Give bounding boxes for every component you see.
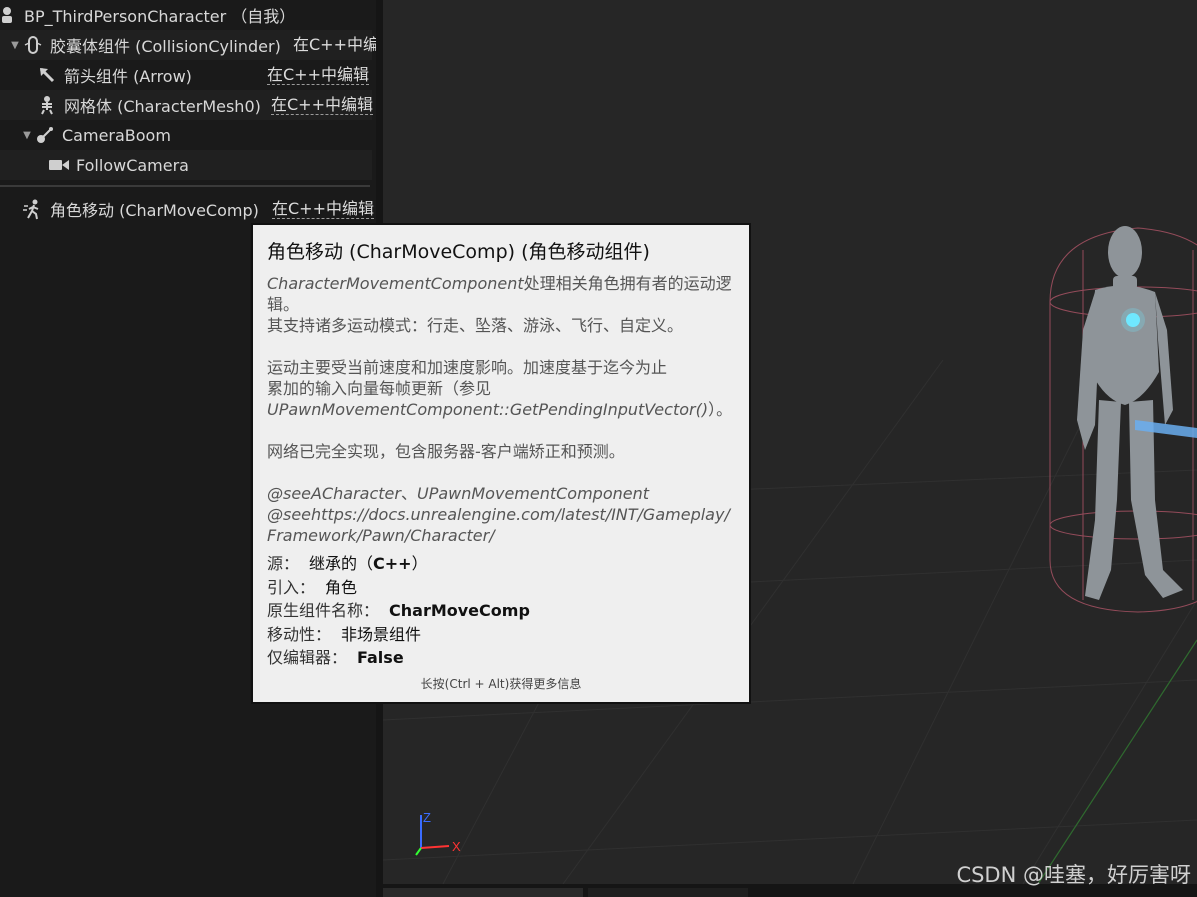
component-tooltip: 角色移动 (CharMoveComp) (角色移动组件) CharacterMo… — [251, 223, 751, 704]
edit-in-cpp-link[interactable]: 在C++中编辑 — [272, 199, 374, 219]
divider — [0, 185, 370, 187]
axis-gizmo: Z X — [415, 810, 461, 856]
tree-item-followcamera[interactable]: FollowCamera — [0, 150, 372, 180]
tree-item-charmovecomp[interactable]: 角色移动 (CharMoveComp) 在C++中编辑 — [0, 194, 374, 224]
see-also-url: Framework/Pawn/Character/ — [267, 526, 495, 545]
tree-item-label: 箭头组件 (Arrow) — [64, 67, 192, 86]
prop-value-bold: CharMoveComp — [389, 601, 530, 620]
tree-root-label: BP_ThirdPersonCharacter （自我） — [24, 7, 296, 26]
prop-source: 源： 继承的（C++） — [267, 552, 530, 576]
prop-label: 原生组件名称： — [267, 601, 380, 620]
prop-mobility: 移动性： 非场景组件 — [267, 623, 530, 647]
prop-value: 角色 — [325, 577, 358, 597]
prop-label: 源： — [267, 554, 300, 573]
axis-z-label: Z — [423, 810, 431, 825]
edit-in-cpp-link[interactable]: 在C++中编辑 — [267, 65, 369, 85]
bottom-tab[interactable] — [588, 888, 748, 897]
desc-text: ）。 — [708, 400, 733, 419]
tree-item-arrow[interactable]: 箭头组件 (Arrow) 在C++中编辑 — [0, 60, 372, 90]
edit-in-cpp-link[interactable]: 在C++中编辑 — [271, 95, 373, 115]
spring-arm-icon — [34, 124, 56, 146]
axis-x-label: X — [452, 839, 461, 854]
prop-value: ） — [411, 554, 428, 573]
prop-introduced: 引入： 角色 — [267, 576, 530, 600]
capsule-icon — [22, 34, 44, 56]
arrow-icon — [36, 64, 58, 86]
character-model — [1077, 226, 1183, 600]
tooltip-properties: 源： 继承的（C++） 引入： 角色 原生组件名称： CharMoveComp 移动性… — [267, 552, 530, 670]
see-also-text: @seeACharacter — [267, 484, 401, 503]
tree-item-label: 角色移动 (CharMoveComp) — [50, 201, 259, 220]
desc-text: 网络已完全实现，包含服务器-客户端矫正和预测。 — [267, 442, 625, 461]
prop-label: 移动性： — [267, 624, 332, 644]
character-movement-icon — [22, 198, 44, 220]
prop-editor-only: 仅编辑器： False — [267, 646, 530, 670]
prop-value-bold: C++ — [373, 554, 412, 573]
skeletal-mesh-icon — [36, 94, 58, 116]
edit-in-cpp-link[interactable]: 在C++中编 — [293, 36, 379, 54]
function-name-text: UPawnMovementComponent::GetPendingInputV… — [267, 400, 709, 419]
class-name-text: CharacterMovementComponent — [267, 274, 524, 293]
tree-item-label: 网格体 (CharacterMesh0) — [64, 97, 261, 116]
tree-item-label: 胶囊体组件 (CollisionCylinder) — [50, 37, 281, 56]
prop-native-name: 原生组件名称： CharMoveComp — [267, 599, 530, 623]
prop-value: 非场景组件 — [341, 624, 422, 644]
tooltip-hint: 长按(Ctrl + Alt)获得更多信息 — [420, 677, 582, 691]
separator-text: 、 — [400, 484, 417, 503]
expand-arrow-icon[interactable]: ▼ — [8, 40, 22, 51]
prop-value: 继承的（ — [309, 554, 374, 573]
desc-text: 累加的输入向量每帧更新（参见 — [267, 379, 492, 398]
tooltip-description: CharacterMovementComponent处理相关角色拥有者的运动逻辑… — [267, 273, 745, 546]
tree-item-mesh[interactable]: 网格体 (CharacterMesh0) 在C++中编辑 — [0, 90, 373, 120]
tree-item-cameraboom[interactable]: ▼ CameraBoom — [0, 120, 372, 150]
tree-root-row[interactable]: BP_ThirdPersonCharacter （自我） — [0, 0, 372, 30]
prop-value-bold: False — [357, 648, 404, 667]
expand-arrow-icon[interactable]: ▼ — [20, 130, 34, 141]
see-also-text: UPawnMovementComponent — [416, 484, 650, 503]
bottom-tab[interactable] — [383, 888, 583, 897]
camera-icon — [48, 154, 70, 176]
desc-text: 运动主要受当前速度和加速度影响。加速度基于迄今为止 — [267, 358, 668, 377]
character-icon — [0, 4, 18, 26]
tree-item-label: CameraBoom — [62, 125, 171, 145]
prop-label: 仅编辑器： — [267, 648, 348, 667]
tree-item-label: FollowCamera — [76, 155, 189, 175]
desc-text: 其支持诸多运动模式：行走、坠落、游泳、飞行、自定义。 — [267, 316, 684, 335]
prop-label: 引入： — [267, 577, 316, 597]
see-also-url: @seehttps://docs.unrealengine.com/latest… — [267, 505, 730, 524]
watermark: CSDN @哇塞，好厉害呀 — [956, 863, 1191, 887]
tree-item-capsule[interactable]: ▼ 胶囊体组件 (CollisionCylinder) 在C++中编 — [0, 30, 379, 60]
tooltip-title: 角色移动 (CharMoveComp) (角色移动组件) — [267, 241, 650, 263]
